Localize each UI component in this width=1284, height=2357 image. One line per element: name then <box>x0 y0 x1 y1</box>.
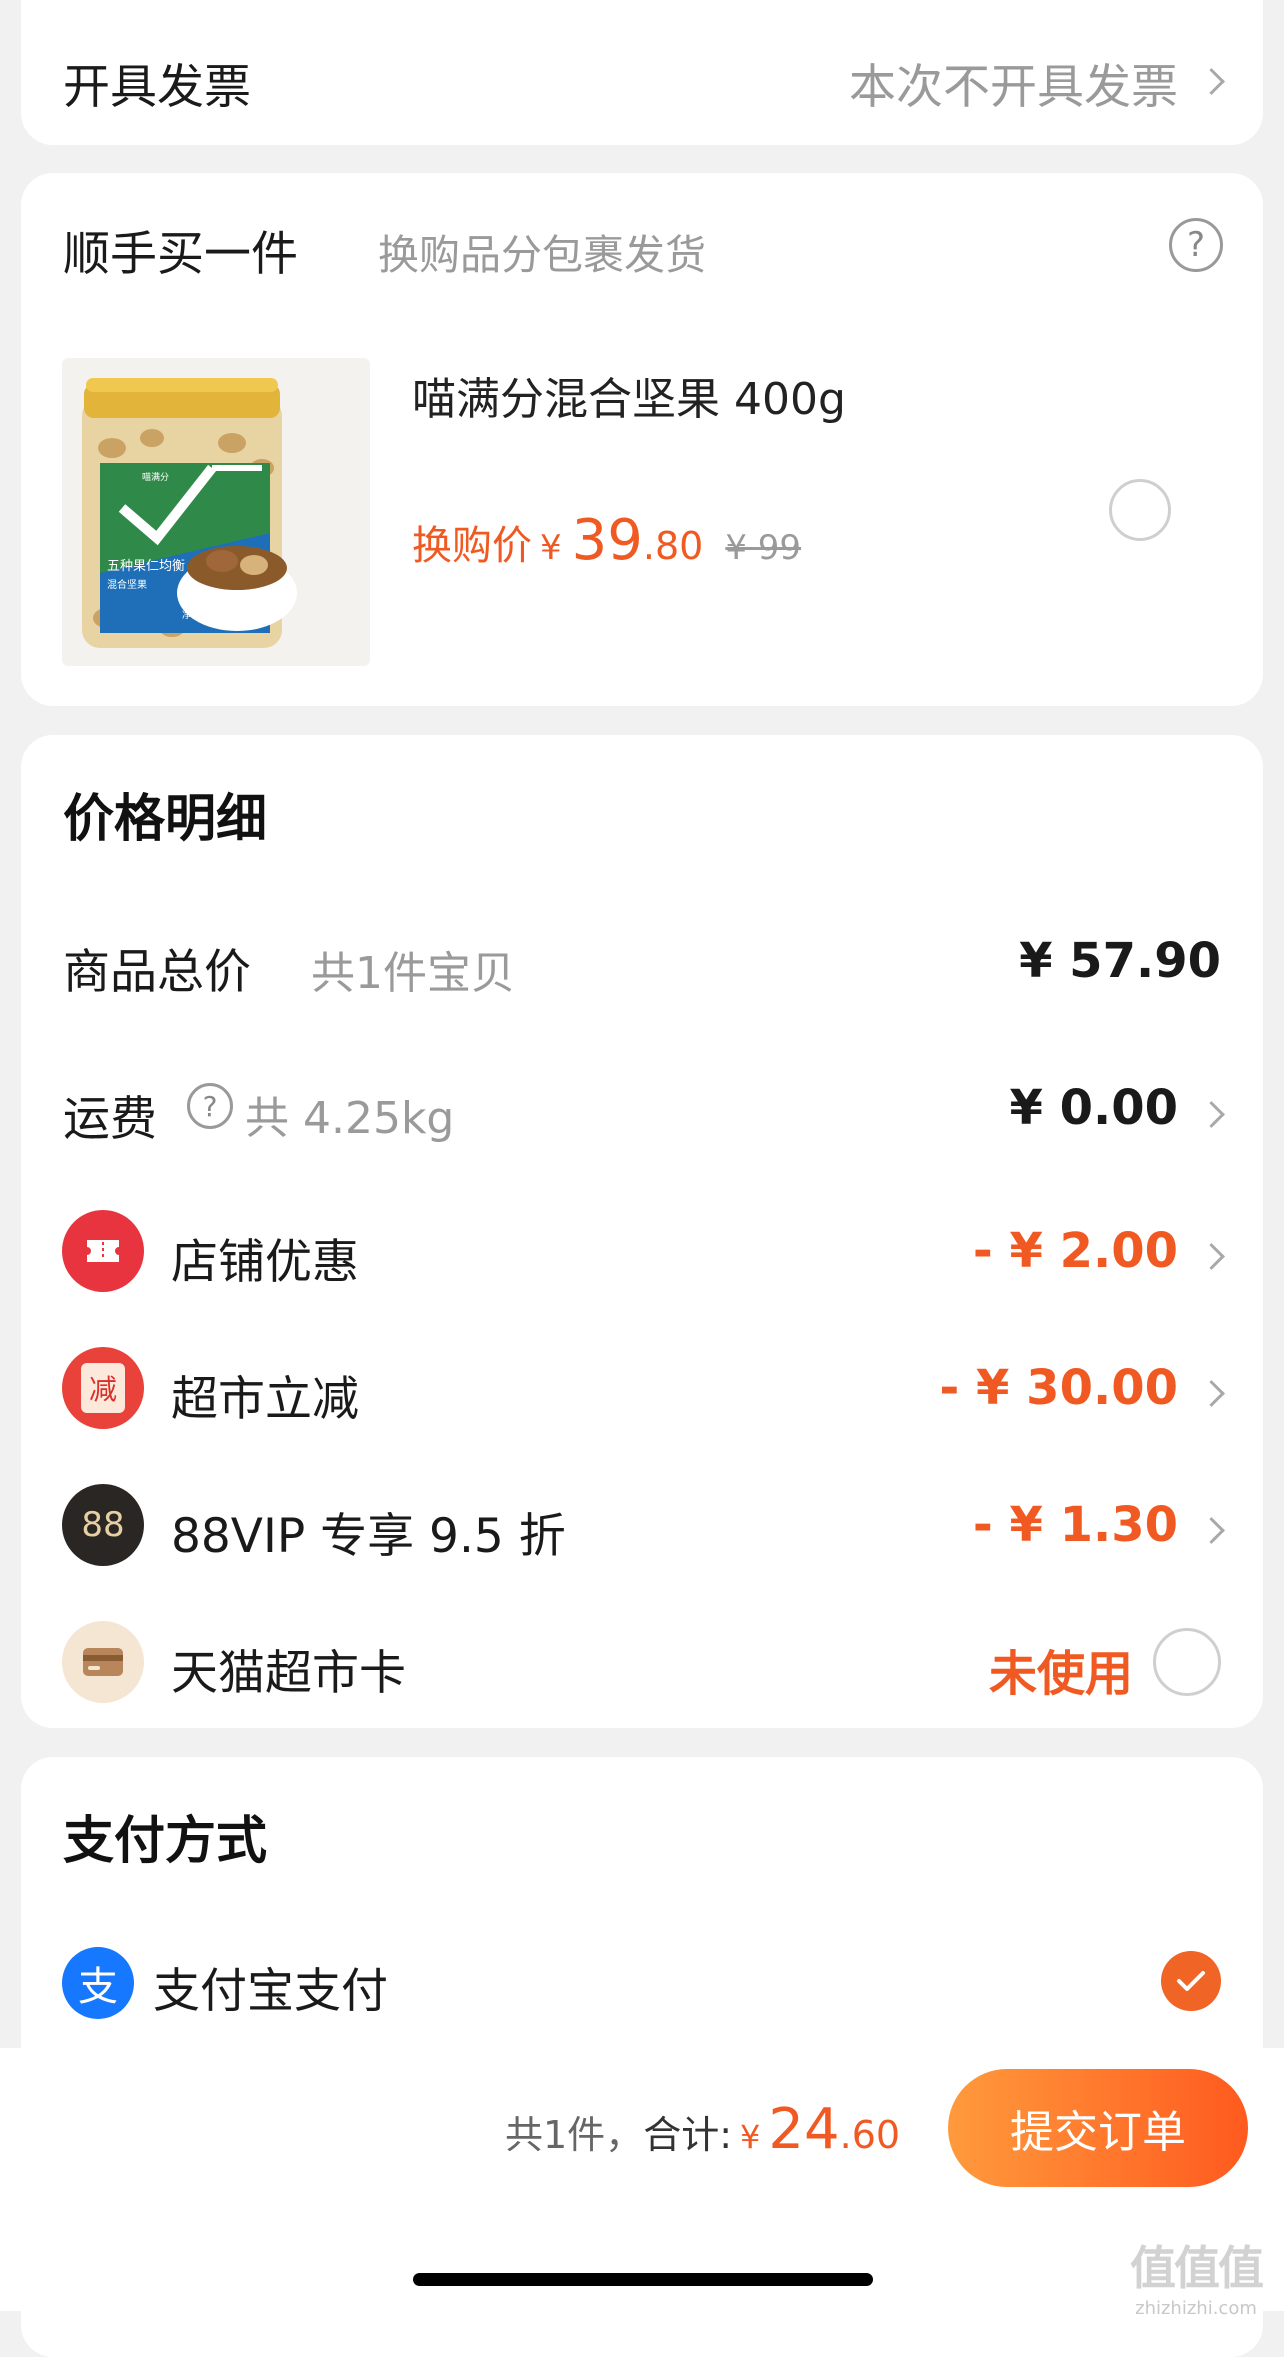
alipay-icon-text: 支 <box>78 1964 118 2010</box>
chevron-right-icon <box>1198 1380 1225 1407</box>
jar-label-line1: 五种果仁均衡 <box>107 559 185 574</box>
total-integer: 24 <box>768 2097 840 2162</box>
vip88-icon-text: 88 <box>81 1505 125 1545</box>
total-currency: ¥ <box>740 2118 761 2156</box>
jar-label-net: 净含 <box>182 609 200 621</box>
total-label: 合计: <box>643 2113 732 2157</box>
price-currency: ¥ <box>540 528 562 568</box>
market-card-value: 未使用 <box>988 1646 1133 1702</box>
chevron-right-icon <box>1198 1101 1225 1128</box>
reduction-icon-text: 减 <box>81 1363 125 1413</box>
vip-discount-value[interactable]: - ¥ 1.30 <box>973 1497 1178 1553</box>
nut-jar-illustration: 五种果仁均衡 混合坚果 净含 喵满分 <box>82 378 297 648</box>
home-indicator[interactable] <box>413 2273 873 2286</box>
chevron-right-icon <box>1198 68 1225 95</box>
price-detail-title: 价格明细 <box>63 790 268 849</box>
product-name[interactable]: 喵满分混合坚果 400g <box>412 363 846 427</box>
market-reduction-value[interactable]: - ¥ 30.00 <box>939 1360 1178 1416</box>
addon-select-radio[interactable] <box>1109 479 1171 541</box>
invoice-label: 开具发票 <box>63 60 251 115</box>
total-decimal: .60 <box>839 2113 901 2157</box>
product-image[interactable]: 五种果仁均衡 混合坚果 净含 喵满分 <box>62 358 370 666</box>
invoice-card[interactable]: 开具发票 本次不开具发票 <box>21 0 1263 145</box>
market-card-radio[interactable] <box>1153 1628 1221 1696</box>
original-price: ¥ 99 <box>725 528 802 568</box>
product-price: 换购价 ¥ 39 .80 ¥ 99 <box>412 508 801 573</box>
shop-discount-value[interactable]: - ¥ 2.00 <box>973 1223 1178 1279</box>
watermark-logo: 值值值 <box>1130 2241 1264 2295</box>
subtotal-note: 共1件宝贝 <box>311 948 515 999</box>
invoice-value: 本次不开具发票 <box>849 60 1178 115</box>
subtotal-label: 商品总价 <box>63 945 251 1000</box>
price-integer: 39 <box>571 508 643 573</box>
reduction-icon: 减 <box>62 1347 144 1429</box>
card-icon <box>62 1621 144 1703</box>
payment-method-label[interactable]: 支付宝支付 <box>153 1952 388 2021</box>
shipping-label: 运费 <box>63 1092 157 1147</box>
watermark-url: zhizhizhi.com <box>1135 2298 1257 2319</box>
shop-discount-label: 店铺优惠 <box>171 1235 359 1290</box>
item-count: 共1件， <box>505 2113 644 2157</box>
payment-selected-check-icon[interactable] <box>1161 1951 1221 2011</box>
payment-title: 支付方式 <box>63 1812 268 1871</box>
submit-order-button[interactable]: 提交订单 <box>948 2069 1248 2187</box>
addon-card: 顺手买一件 换购品分包裹发货 ? 五种果仁均衡 混合坚果 净含 喵满分 喵满分混… <box>21 173 1263 706</box>
jar-label-line2: 混合坚果 <box>107 578 147 591</box>
price-detail-card: 价格明细 商品总价 共1件宝贝 ¥ 57.90 运费 ? 共 4.25kg ¥ … <box>21 735 1263 1728</box>
shipping-value[interactable]: ¥ 0.00 <box>1009 1080 1178 1136</box>
chevron-right-icon <box>1198 1517 1225 1544</box>
jar-brand: 喵满分 <box>142 472 169 483</box>
addon-subtitle: 换购品分包裹发货 <box>378 231 706 279</box>
market-reduction-label: 超市立减 <box>171 1372 359 1427</box>
alipay-icon: 支 <box>62 1947 134 2019</box>
price-label: 换购价 <box>412 523 532 569</box>
shipping-help-icon[interactable]: ? <box>187 1083 233 1129</box>
watermark: 值值值 zhizhizhi.com <box>1130 2232 1264 2319</box>
market-card-label: 天猫超市卡 <box>171 1646 406 1701</box>
chevron-right-icon <box>1198 1243 1225 1270</box>
order-total: 共1件， 合计: ¥ 24 .60 <box>505 2097 900 2162</box>
help-icon[interactable]: ? <box>1169 218 1223 272</box>
vip-discount-label: 88VIP 专享 9.5 折 <box>171 1509 566 1564</box>
addon-title: 顺手买一件 <box>63 227 298 282</box>
price-decimal: .80 <box>642 524 704 568</box>
subtotal-value: ¥ 57.90 <box>1019 933 1221 989</box>
vip88-icon: 88 <box>62 1484 144 1566</box>
shipping-note: 共 4.25kg <box>245 1093 455 1144</box>
coupon-icon <box>62 1210 144 1292</box>
